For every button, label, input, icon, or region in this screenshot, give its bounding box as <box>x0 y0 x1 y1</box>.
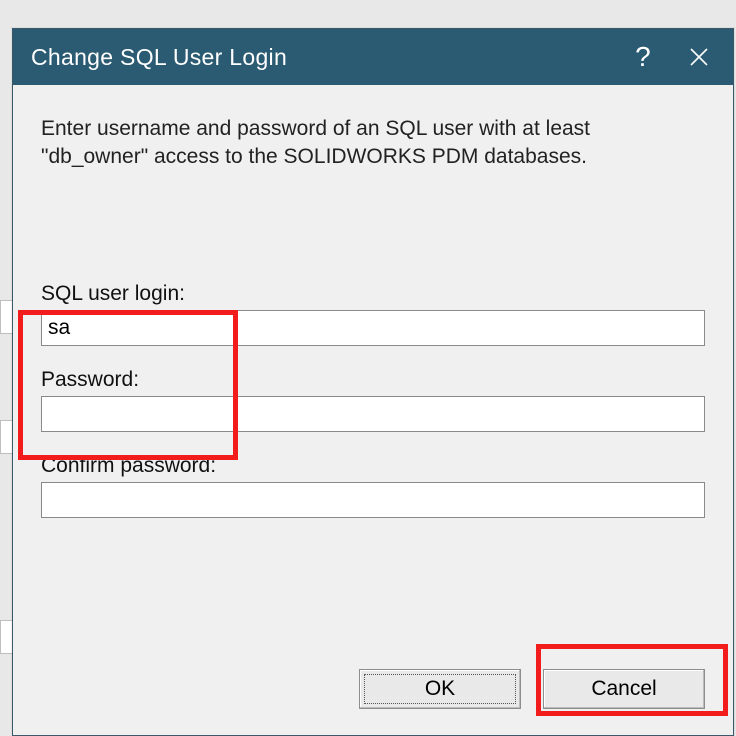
sql-login-field: SQL user login: <box>41 282 705 346</box>
dialog-title: Change SQL User Login <box>31 44 615 71</box>
confirm-password-label: Confirm password: <box>41 454 705 478</box>
dialog-buttons: OK Cancel <box>359 669 705 709</box>
help-button[interactable]: ? <box>615 29 671 85</box>
password-label: Password: <box>41 368 705 392</box>
titlebar[interactable]: Change SQL User Login ? <box>13 29 733 85</box>
ok-button[interactable]: OK <box>359 669 521 709</box>
instruction-text: Enter username and password of an SQL us… <box>41 115 681 172</box>
password-field: Password: <box>41 368 705 432</box>
help-icon: ? <box>635 41 651 73</box>
sql-login-input[interactable] <box>41 310 705 346</box>
confirm-password-field: Confirm password: <box>41 454 705 518</box>
close-button[interactable] <box>671 29 727 85</box>
confirm-password-input[interactable] <box>41 482 705 518</box>
cancel-button[interactable]: Cancel <box>543 669 705 709</box>
password-input[interactable] <box>41 396 705 432</box>
close-icon <box>689 47 709 67</box>
sql-login-label: SQL user login: <box>41 282 705 306</box>
change-sql-user-login-dialog: Change SQL User Login ? Enter username a… <box>12 28 734 736</box>
dialog-content: Enter username and password of an SQL us… <box>13 85 733 735</box>
